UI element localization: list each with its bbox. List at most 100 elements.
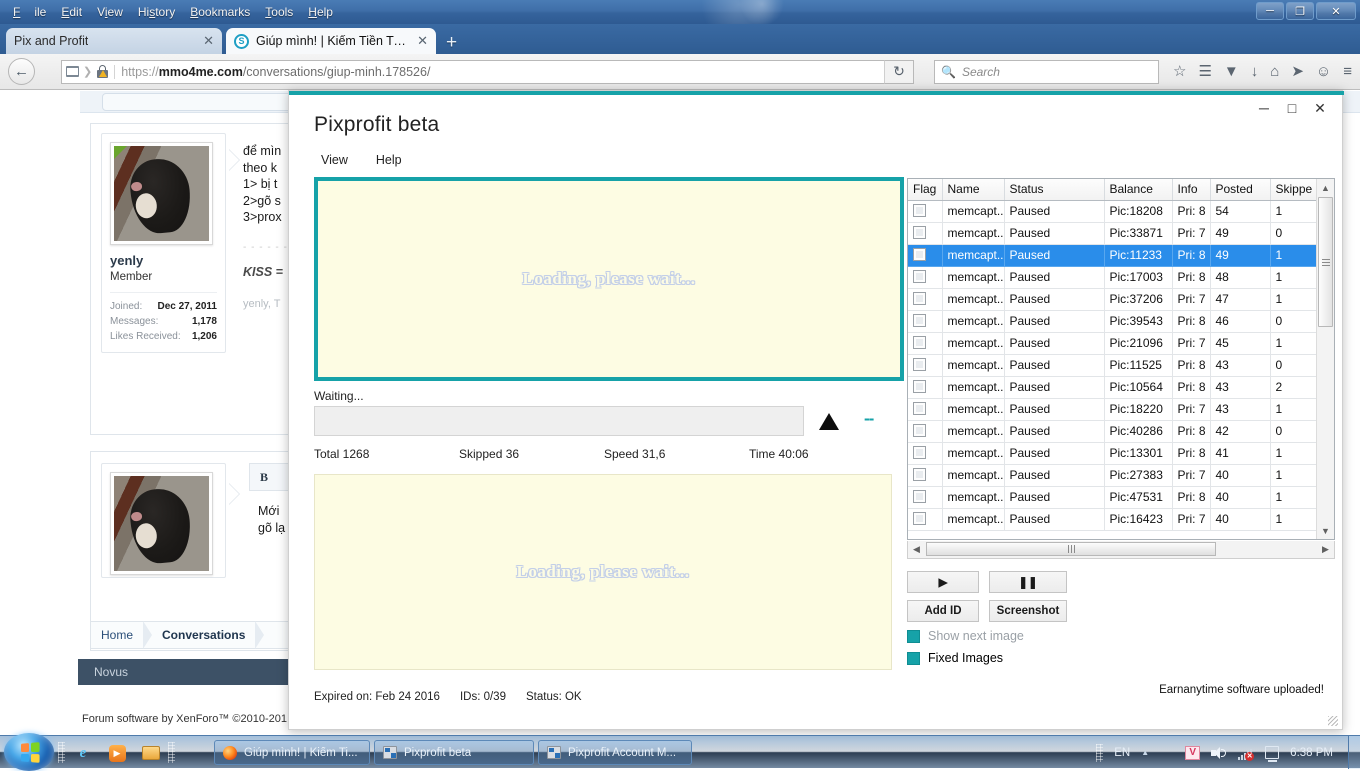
flag-checkbox[interactable] xyxy=(913,446,926,459)
menu-edit[interactable]: Edit xyxy=(54,3,89,21)
checkbox-icon[interactable] xyxy=(907,629,920,643)
flag-checkbox[interactable] xyxy=(913,468,926,481)
new-tab-button[interactable]: + xyxy=(446,32,457,54)
avatar[interactable] xyxy=(110,142,213,245)
resize-grip-icon[interactable] xyxy=(1328,716,1338,726)
menu-file[interactable]: File xyxy=(6,3,53,21)
col-balance[interactable]: Balance xyxy=(1104,179,1173,201)
table-vertical-scrollbar[interactable]: ▲ ▼ xyxy=(1316,179,1334,539)
bookmark-star-icon[interactable]: ☆ xyxy=(1173,64,1186,79)
flag-checkbox[interactable] xyxy=(913,270,926,283)
col-posted[interactable]: Posted xyxy=(1210,179,1271,201)
unikey-v-icon[interactable]: V xyxy=(1185,745,1201,760)
hamburger-menu-icon[interactable]: ≡ xyxy=(1343,64,1352,79)
network-disconnected-icon[interactable]: ✕ xyxy=(1238,746,1255,761)
col-skipped[interactable]: Skippe xyxy=(1270,179,1317,201)
url-bar[interactable]: ❯ https://mmo4me.com/conversations/giup-… xyxy=(61,59,912,84)
table-row[interactable]: memcapt... Paused Pic:11233 Pri: 8 49 1 xyxy=(908,244,1317,267)
table-row[interactable]: memcapt... Paused Pic:18208 Pri: 8 54 1 xyxy=(908,200,1317,223)
flag-checkbox[interactable] xyxy=(913,336,926,349)
accounts-table-container[interactable]: Flag Name Status Balance Info Posted Ski… xyxy=(907,178,1335,540)
start-button[interactable] xyxy=(4,733,54,771)
pause-button[interactable]: ❚❚ xyxy=(989,571,1067,593)
scroll-down-icon[interactable]: ▼ xyxy=(1317,522,1334,539)
display-icon[interactable] xyxy=(1265,746,1280,762)
flag-checkbox[interactable] xyxy=(913,248,926,261)
browser-menubar[interactable]: File Edit View History Bookmarks Tools H… xyxy=(6,2,340,22)
table-horizontal-scrollbar[interactable]: ◀ ▶ xyxy=(907,541,1335,559)
col-status[interactable]: Status xyxy=(1004,179,1105,201)
quicklaunch-grip-icon[interactable] xyxy=(58,742,65,763)
breadcrumb-conversations[interactable]: Conversations xyxy=(152,628,255,642)
captcha-image-panel-primary[interactable]: Loading, please wait... xyxy=(314,177,904,381)
triangle-up-icon[interactable] xyxy=(819,413,839,430)
flag-checkbox[interactable] xyxy=(913,424,926,437)
home-icon[interactable]: ⌂ xyxy=(1270,64,1279,79)
play-button[interactable]: ▶ xyxy=(907,571,979,593)
search-bar[interactable]: 🔍 Search xyxy=(934,59,1159,84)
avatar[interactable] xyxy=(110,472,213,575)
reload-button-icon[interactable]: ↻ xyxy=(884,59,914,84)
col-info[interactable]: Info xyxy=(1172,179,1211,201)
send-tab-icon[interactable]: ➤ xyxy=(1291,64,1304,79)
explorer-folder-icon[interactable] xyxy=(140,742,162,764)
clock[interactable]: 6:38 PM xyxy=(1290,747,1333,759)
col-flag[interactable]: Flag xyxy=(908,179,943,201)
app-minimize-button[interactable]: ─ xyxy=(1250,95,1278,121)
add-id-button[interactable]: Add ID xyxy=(907,600,979,622)
table-row[interactable]: memcapt... Paused Pic:47531 Pri: 8 40 1 xyxy=(908,486,1317,509)
table-row[interactable]: memcapt... Paused Pic:27383 Pri: 7 40 1 xyxy=(908,464,1317,487)
taskbar-item-firefox[interactable]: Giúp mình! | Kiếm Ti... xyxy=(214,740,370,765)
flag-checkbox[interactable] xyxy=(913,292,926,305)
flag-checkbox[interactable] xyxy=(913,358,926,371)
tab-close-icon[interactable]: ✕ xyxy=(193,33,214,49)
novus-label[interactable]: Novus xyxy=(94,665,128,679)
flag-checkbox[interactable] xyxy=(913,380,926,393)
flag-checkbox[interactable] xyxy=(913,314,926,327)
smiley-feedback-icon[interactable]: ☺ xyxy=(1316,64,1331,79)
table-row[interactable]: memcapt... Paused Pic:13301 Pri: 8 41 1 xyxy=(908,442,1317,465)
scroll-up-icon[interactable]: ▲ xyxy=(1317,179,1334,196)
app-close-button[interactable]: ✕ xyxy=(1306,95,1334,121)
table-row[interactable]: memcapt... Paused Pic:16423 Pri: 7 40 1 xyxy=(908,508,1317,531)
table-row[interactable]: memcapt... Paused Pic:40286 Pri: 8 42 0 xyxy=(908,420,1317,443)
table-row[interactable]: memcapt... Paused Pic:21096 Pri: 7 45 1 xyxy=(908,332,1317,355)
scroll-left-icon[interactable]: ◀ xyxy=(908,541,925,557)
table-row[interactable]: memcapt... Paused Pic:10564 Pri: 8 43 2 xyxy=(908,376,1317,399)
menu-bookmarks[interactable]: Bookmarks xyxy=(183,3,257,21)
back-button-icon[interactable]: ← xyxy=(8,58,35,85)
browser-close-button[interactable]: ✕ xyxy=(1316,2,1356,20)
flag-checkbox[interactable] xyxy=(913,204,926,217)
bold-button[interactable]: B xyxy=(260,470,268,485)
scroll-right-icon[interactable]: ▶ xyxy=(1317,541,1334,557)
menu-help[interactable]: Help xyxy=(301,3,340,21)
table-row[interactable]: memcapt... Paused Pic:18220 Pri: 7 43 1 xyxy=(908,398,1317,421)
app-menubar[interactable]: View Help xyxy=(321,153,402,167)
captcha-image-panel-secondary[interactable]: Loading, please wait... xyxy=(314,474,892,670)
fixed-images-checkbox-row[interactable]: Fixed Images xyxy=(907,651,1003,665)
col-name[interactable]: Name xyxy=(942,179,1005,201)
tab-close-icon[interactable]: ✕ xyxy=(407,33,428,49)
menu-history[interactable]: History xyxy=(131,3,182,21)
app-window-controls[interactable]: ─ □ ✕ xyxy=(1250,95,1334,121)
reading-list-icon[interactable]: ☰ xyxy=(1198,64,1211,79)
taskbar-item-pixprofit-beta[interactable]: Pixprofit beta xyxy=(374,740,534,765)
downloads-icon[interactable]: ↓ xyxy=(1251,64,1259,79)
tab-giup-minh[interactable]: S Giúp mình! | Kiếm Tiền Trê... ✕ xyxy=(226,28,436,54)
flag-checkbox[interactable] xyxy=(913,512,926,525)
horizontal-scroll-thumb[interactable] xyxy=(926,542,1216,556)
author-username[interactable]: yenly xyxy=(110,253,217,268)
tray-grip-icon[interactable] xyxy=(1096,743,1104,762)
table-row[interactable]: memcapt... Paused Pic:37206 Pri: 7 47 1 xyxy=(908,288,1317,311)
tasks-grip-icon[interactable] xyxy=(168,742,175,763)
browser-window-controls[interactable]: ─ ❐ ✕ xyxy=(1256,2,1356,20)
volume-icon[interactable] xyxy=(1211,746,1227,760)
table-row[interactable]: memcapt... Paused Pic:39543 Pri: 8 46 0 xyxy=(908,310,1317,333)
menu-view[interactable]: View xyxy=(90,3,130,21)
taskbar-item-pixprofit-account[interactable]: Pixprofit Account M... xyxy=(538,740,692,765)
app-menu-view[interactable]: View xyxy=(321,153,348,167)
flag-checkbox[interactable] xyxy=(913,490,926,503)
flag-checkbox[interactable] xyxy=(913,226,926,239)
show-desktop-button[interactable] xyxy=(1348,736,1360,769)
language-indicator[interactable]: EN xyxy=(1114,747,1130,759)
